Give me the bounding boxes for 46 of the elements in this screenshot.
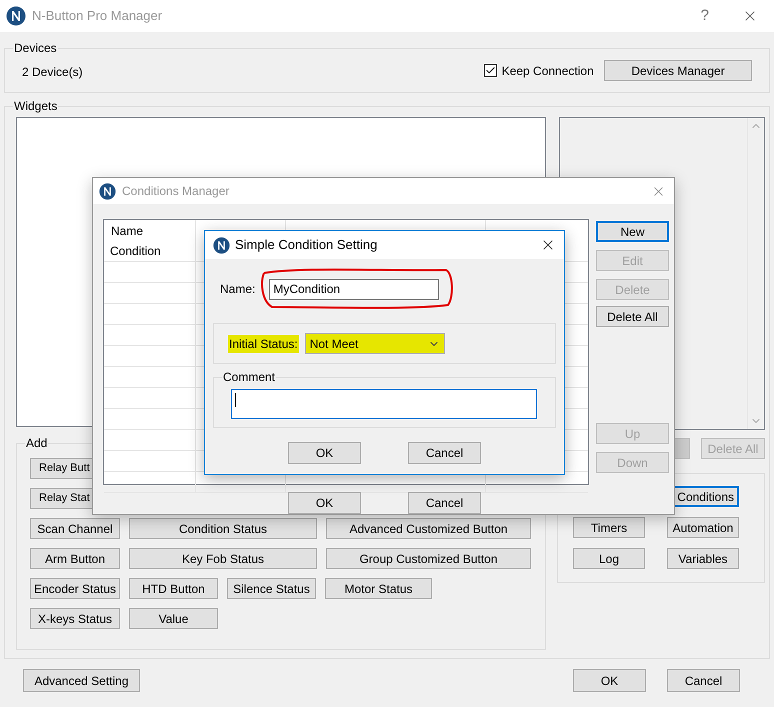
- widget-button[interactable]: Motor Status: [325, 578, 432, 599]
- dialog-button[interactable]: OK: [573, 669, 646, 692]
- widget-button[interactable]: Encoder Status: [30, 578, 120, 599]
- checkbox[interactable]: [484, 64, 497, 77]
- app-logo-icon: [6, 6, 26, 26]
- dialog-button[interactable]: OK: [288, 492, 361, 514]
- app-logo-icon: [99, 182, 116, 200]
- status-dropdown[interactable]: Not Meet: [304, 333, 445, 354]
- tool-button[interactable]: Log: [573, 548, 645, 569]
- widget-button[interactable]: Group Customized Button: [326, 548, 531, 569]
- text-cursor: [235, 393, 236, 407]
- widget-button[interactable]: Advanced Customized Button: [326, 518, 531, 539]
- widget-button[interactable]: HTD Button: [129, 578, 218, 599]
- comment-field[interactable]: [231, 389, 537, 419]
- column-header[interactable]: Name: [104, 220, 196, 241]
- widget-button[interactable]: Key Fob Status: [129, 548, 317, 569]
- window-title: Simple Condition Setting: [235, 236, 378, 254]
- table-cell: Condition: [104, 241, 196, 262]
- widget-button[interactable]: Value: [129, 608, 218, 629]
- check-icon: [484, 65, 496, 76]
- device-count: 2 Device(s): [22, 64, 83, 80]
- help-button[interactable]: ?: [700, 4, 709, 28]
- input-field[interactable]: MyCondition: [269, 278, 440, 300]
- side-button[interactable]: Delete All: [596, 306, 669, 327]
- window-title: Conditions Manager: [122, 183, 230, 200]
- widget-button[interactable]: Condition Status: [129, 518, 317, 539]
- tool-button[interactable]: Variables: [667, 548, 739, 569]
- tool-button[interactable]: Timers: [573, 517, 645, 538]
- widget-button[interactable]: Scan Channel: [30, 518, 120, 539]
- widget-button[interactable]: Silence Status: [227, 578, 316, 599]
- checkbox-label: Keep Connection: [502, 62, 594, 80]
- field-label: Initial Status:: [228, 334, 299, 352]
- devices-manager-button[interactable]: Devices Manager: [604, 60, 752, 81]
- side-button[interactable]: New: [596, 221, 669, 242]
- group-title: Widgets: [13, 98, 58, 114]
- dialog-button[interactable]: Cancel: [667, 669, 740, 692]
- widget-button[interactable]: X-keys Status: [30, 608, 120, 629]
- dialog-button[interactable]: Cancel: [408, 492, 481, 514]
- app-logo-icon: [213, 236, 230, 254]
- advanced-setting-button[interactable]: Advanced Setting: [23, 669, 140, 692]
- dialog-button[interactable]: OK: [288, 442, 361, 464]
- dialog-button[interactable]: Cancel: [408, 442, 481, 464]
- widget-button[interactable]: Arm Button: [30, 548, 120, 569]
- field-label: Name:: [220, 281, 256, 298]
- window-title: N-Button Pro Manager: [32, 7, 162, 26]
- tool-button[interactable]: Automation: [667, 517, 739, 538]
